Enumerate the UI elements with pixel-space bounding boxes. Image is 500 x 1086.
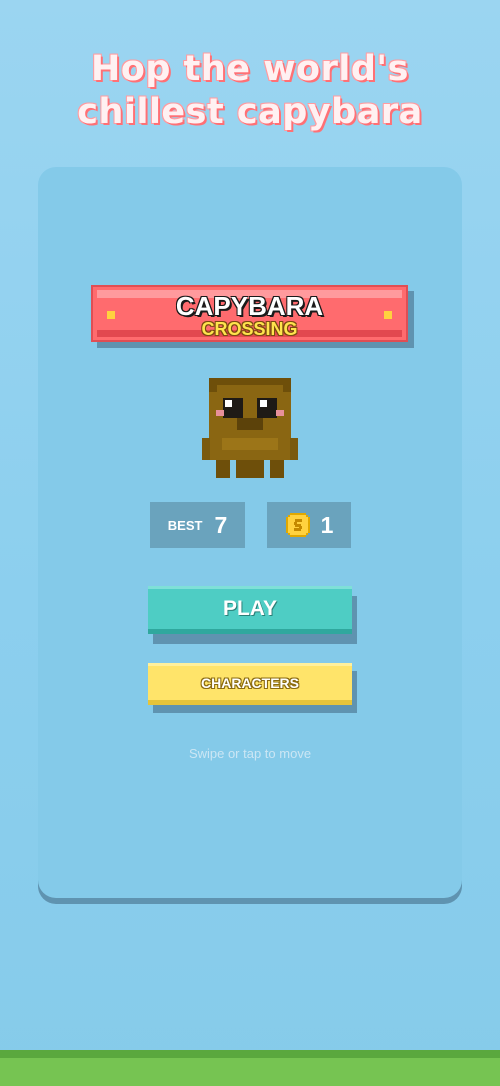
headline-line-2: chillest capybara (77, 92, 423, 132)
headline: Hop the world's chillest capybara (0, 48, 500, 134)
play-button[interactable]: PLAY (148, 586, 352, 634)
control-hint: Swipe or tap to move (188, 746, 312, 761)
coin-icon (285, 513, 310, 537)
characters-button[interactable]: CHARACTERS (148, 663, 352, 705)
game-logo-banner: CAPYBARA CROSSING (91, 285, 408, 342)
coin-count-box: 1 (267, 502, 351, 548)
grass-ground (0, 1058, 500, 1086)
logo-title: CAPYBARA (175, 291, 324, 321)
best-score-value: 7 (214, 511, 228, 538)
headline-line-1: Hop the world's (91, 49, 409, 89)
coin-count-value: 1 (320, 511, 334, 538)
grass-edge (0, 1050, 500, 1058)
best-score-box: BEST 7 (150, 502, 245, 548)
menu-card (38, 167, 462, 898)
best-score-label: BEST (167, 517, 203, 533)
capybara-pixel-icon (202, 378, 298, 478)
logo-subtitle: CROSSING (201, 319, 298, 339)
